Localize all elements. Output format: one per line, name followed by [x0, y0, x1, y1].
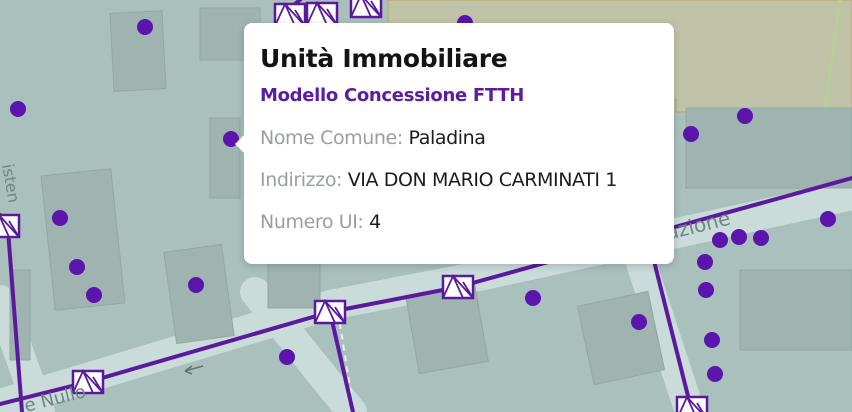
- building: [267, 257, 321, 309]
- field-label: Nome Comune:: [260, 127, 403, 149]
- access-point-dot[interactable]: [69, 259, 85, 275]
- popup-title: Unità Immobiliare: [260, 44, 508, 73]
- field-label: Indirizzo:: [260, 169, 343, 191]
- access-point-dot[interactable]: [631, 314, 647, 330]
- field-value: 4: [369, 211, 381, 233]
- access-point-dot[interactable]: [86, 287, 102, 303]
- field-numero-ui: Numero UI: 4: [260, 210, 674, 234]
- feature-info-popup: Unità Immobiliare Modello Concessione FT…: [235, 23, 674, 264]
- access-point-dot[interactable]: [188, 277, 204, 293]
- access-point-dot[interactable]: [683, 126, 699, 142]
- access-point-dot[interactable]: [52, 210, 68, 226]
- access-point-dot[interactable]: [279, 349, 295, 365]
- building: [739, 269, 852, 351]
- access-point-dot[interactable]: [137, 19, 153, 35]
- access-point-dot[interactable]: [731, 229, 747, 245]
- field-label: Numero UI:: [260, 211, 364, 233]
- field-value: Paladina: [408, 127, 486, 149]
- access-point-dot[interactable]: [704, 332, 720, 348]
- building: [209, 117, 241, 199]
- field-nome-comune: Nome Comune: Paladina: [260, 126, 674, 150]
- building: [109, 10, 167, 92]
- building: [40, 168, 126, 311]
- access-point-dot[interactable]: [707, 366, 723, 382]
- field-indirizzo: Indirizzo: VIA DON MARIO CARMINATI 1: [260, 168, 674, 192]
- access-point-dot[interactable]: [820, 211, 836, 227]
- access-point-dot[interactable]: [712, 232, 728, 248]
- access-point-dot[interactable]: [697, 254, 713, 270]
- access-point-dot[interactable]: [737, 108, 753, 124]
- building: [163, 243, 235, 345]
- access-point-dot[interactable]: [698, 282, 714, 298]
- popup-pointer: [235, 135, 244, 153]
- access-point-dot[interactable]: [10, 101, 26, 117]
- popup-subtitle: Modello Concessione FTTH: [260, 85, 524, 106]
- access-point-dot[interactable]: [525, 290, 541, 306]
- field-value: VIA DON MARIO CARMINATI 1: [347, 169, 618, 191]
- access-point-dot[interactable]: [753, 230, 769, 246]
- building: [685, 107, 852, 189]
